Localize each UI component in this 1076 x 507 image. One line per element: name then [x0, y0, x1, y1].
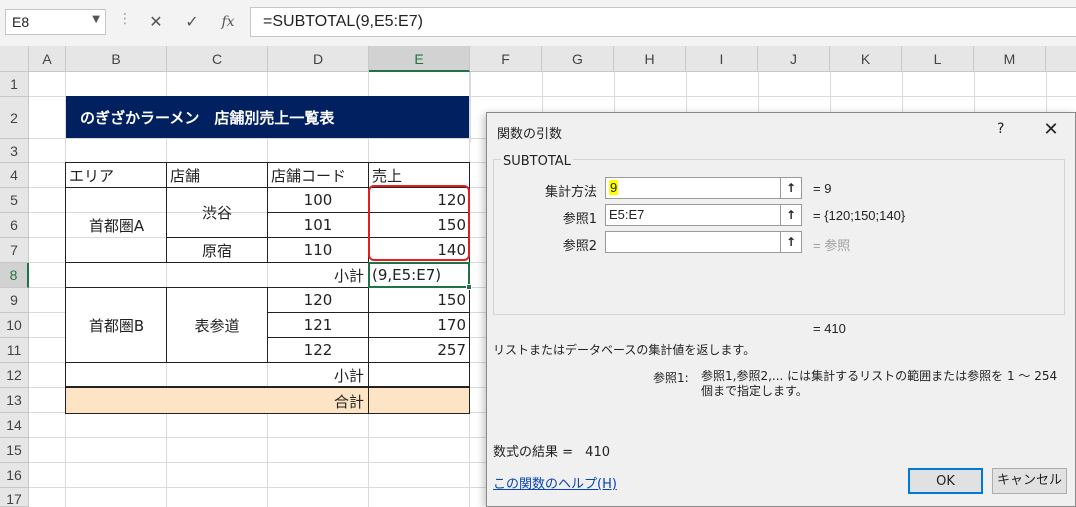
code-cell[interactable]: 100	[268, 188, 368, 212]
arg-result-ref2: = 参照	[813, 238, 851, 253]
column-header-k[interactable]: K	[830, 46, 902, 72]
store-harajuku-cell[interactable]: 原宿	[167, 238, 267, 262]
code-cell[interactable]: 120	[268, 288, 368, 312]
code-cell[interactable]: 121	[268, 313, 368, 337]
chevron-down-icon[interactable]: ▼	[92, 14, 100, 25]
row-header-8[interactable]: 8	[0, 263, 29, 288]
reference-highlight-box	[368, 185, 470, 261]
collapse-dialog-icon[interactable]: ↑	[780, 231, 802, 253]
fill-handle[interactable]	[466, 284, 472, 290]
drag-handle-icon[interactable]: ⋮	[118, 11, 132, 27]
row-header-7[interactable]: 7	[0, 238, 29, 263]
arg-label-ref2: 参照2	[562, 239, 597, 254]
column-header-h[interactable]: H	[614, 46, 686, 72]
header-area[interactable]: エリア	[69, 163, 114, 187]
code-cell[interactable]: 122	[268, 338, 368, 362]
function-arguments-dialog: 関数の引数 ? ✕ SUBTOTAL 集計方法 9 ↑ = 9 参照1 E5:E…	[486, 112, 1076, 507]
formula-result-label: 数式の結果 =	[493, 445, 574, 460]
area-a-cell[interactable]: 首都圏A	[66, 188, 167, 262]
area-b-cell[interactable]: 首都圏B	[66, 288, 167, 362]
row-header-15[interactable]: 15	[0, 438, 29, 463]
arg-input-ref2[interactable]	[605, 231, 781, 253]
header-store-code[interactable]: 店舗コード	[271, 163, 346, 187]
arg-result-ref1: = {120;150;140}	[813, 208, 906, 223]
collapse-dialog-icon[interactable]: ↑	[780, 177, 802, 199]
column-header-n[interactable]	[1046, 46, 1076, 72]
formula-bar: E8 ▼ ⋮ ✕ ✓ fx =SUBTOTAL(9,E5:E7)	[0, 0, 1076, 46]
cancel-button[interactable]: キャンセル	[992, 468, 1067, 494]
collapse-dialog-icon[interactable]: ↑	[780, 204, 802, 226]
formula-result: 数式の結果 = 410	[493, 441, 610, 460]
row-header-12[interactable]: 12	[0, 363, 29, 388]
column-header-d[interactable]: D	[268, 46, 369, 72]
column-header-m[interactable]: M	[974, 46, 1046, 72]
header-sales[interactable]: 売上	[372, 163, 402, 187]
name-box-value: E8	[12, 14, 30, 30]
column-header-e[interactable]: E	[369, 46, 470, 72]
name-box[interactable]: E8 ▼	[5, 9, 106, 35]
column-header-g[interactable]: G	[542, 46, 614, 72]
formula-text: =SUBTOTAL(9,E5:E7)	[263, 13, 423, 30]
total-label[interactable]: 合計	[268, 389, 364, 413]
column-header-j[interactable]: J	[758, 46, 830, 72]
close-icon[interactable]: ✕	[1037, 117, 1065, 143]
ok-button[interactable]: OK	[908, 468, 983, 494]
function-description: リストまたはデータベースの集計値を返します。	[493, 343, 756, 357]
dialog-title: 関数の引数	[497, 127, 563, 142]
row-header-2[interactable]: 2	[0, 97, 29, 139]
row-header-1[interactable]: 1	[0, 72, 29, 97]
subtotal-label-b[interactable]: 小計	[268, 363, 364, 387]
column-header-i[interactable]: I	[686, 46, 758, 72]
arg-value-function-num: 9	[609, 180, 619, 195]
row-header-5[interactable]: 5	[0, 188, 29, 213]
row-header-17[interactable]: 17	[0, 488, 29, 507]
row-header-14[interactable]: 14	[0, 413, 29, 438]
subtotal-label-a[interactable]: 小計	[268, 263, 364, 287]
store-shibuya-cell[interactable]: 渋谷	[167, 188, 267, 237]
row-header-10[interactable]: 10	[0, 313, 29, 338]
column-header-l[interactable]: L	[902, 46, 974, 72]
arg-result-function-num: = 9	[813, 181, 832, 196]
column-header-c[interactable]: C	[167, 46, 268, 72]
arg-help-description: 参照1,参照2,... には集計するリストの範囲または参照を 1 ～ 254 個…	[701, 369, 1058, 398]
column-header-f[interactable]: F	[470, 46, 542, 72]
formula-input[interactable]: =SUBTOTAL(9,E5:E7)	[250, 7, 1076, 37]
arg-help-name: 参照1:	[653, 371, 689, 385]
row-header-16[interactable]: 16	[0, 463, 29, 488]
code-cell[interactable]: 101	[268, 213, 368, 237]
store-omotesando-cell[interactable]: 表参道	[167, 288, 267, 362]
row-header-6[interactable]: 6	[0, 213, 29, 238]
code-cell[interactable]: 110	[268, 238, 368, 262]
help-icon[interactable]: ?	[997, 121, 1004, 137]
formula-result-value: 410	[585, 445, 610, 460]
function-result: = 410	[813, 321, 846, 336]
row-header-9[interactable]: 9	[0, 288, 29, 313]
row-header-4[interactable]: 4	[0, 163, 29, 188]
arg-label-function-num: 集計方法	[544, 185, 597, 200]
arg-input-ref1[interactable]: E5:E7	[605, 204, 781, 226]
column-header-b[interactable]: B	[66, 46, 167, 72]
function-name: SUBTOTAL	[501, 154, 573, 169]
row-header-3[interactable]: 3	[0, 139, 29, 163]
column-header-a[interactable]: A	[29, 46, 66, 72]
function-help-link[interactable]: この関数のヘルプ(H)	[493, 473, 617, 492]
sales-cell[interactable]: 170	[369, 313, 466, 337]
row-header-13[interactable]: 13	[0, 388, 29, 413]
insert-function-icon[interactable]: fx	[214, 9, 242, 35]
arg-input-function-num[interactable]: 9	[605, 177, 781, 199]
sales-cell[interactable]: 150	[369, 288, 466, 312]
active-cell-e8[interactable]	[368, 262, 472, 290]
header-store[interactable]: 店舗	[170, 163, 200, 187]
sheet-title[interactable]: のぎざかラーメン 店舗別売上一覧表	[66, 96, 469, 138]
cancel-edit-icon[interactable]: ✕	[142, 9, 170, 35]
confirm-edit-icon[interactable]: ✓	[178, 9, 206, 35]
sales-cell[interactable]: 257	[369, 338, 466, 362]
arg-label-ref1: 参照1	[562, 212, 597, 227]
select-all-corner[interactable]	[0, 46, 29, 72]
row-header-11[interactable]: 11	[0, 338, 29, 363]
